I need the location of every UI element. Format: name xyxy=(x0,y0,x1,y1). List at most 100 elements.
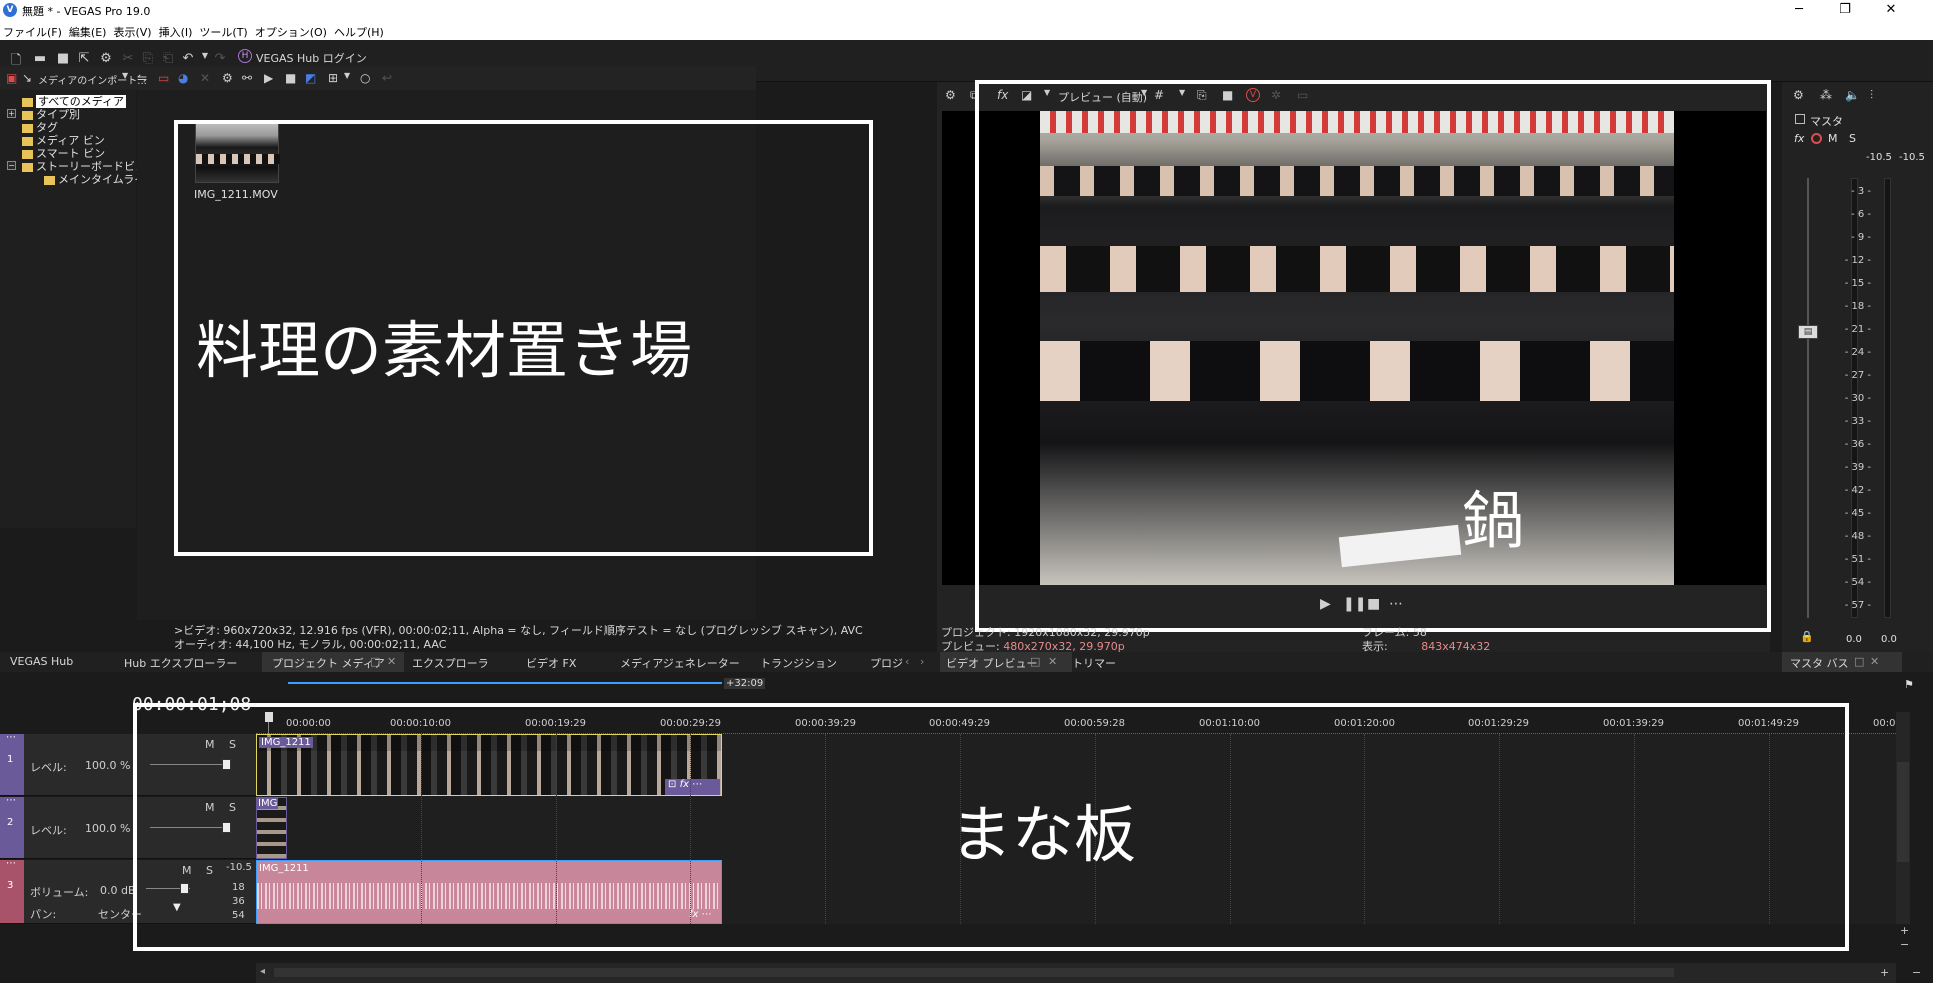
minimize-button[interactable]: ─ xyxy=(1776,0,1822,20)
tab-scroll-right-icon[interactable]: › xyxy=(920,655,924,668)
master-checkbox[interactable] xyxy=(1795,114,1805,124)
tab-hub-explorer[interactable]: Hub エクスプローラー xyxy=(124,655,237,671)
meter-scale-label: - 3 - xyxy=(1851,186,1871,197)
get-media-icon[interactable]: ▭ xyxy=(158,71,169,85)
scroll-left-icon[interactable]: ◂ xyxy=(260,966,265,977)
scroll-thumb[interactable] xyxy=(1897,762,1909,862)
undo-dropdown-icon[interactable]: ▼ xyxy=(197,51,213,60)
preview-more-icon[interactable]: ⋯ xyxy=(1389,596,1403,612)
media-toolbar: ▣ ↘ メディアのインポート... ▼ ⇋ ▭ ◕ ✕ ⚙ ⚯ ▶ ■ ◩ ⊞ … xyxy=(0,66,756,90)
track-number-bar[interactable]: ⋯ 2 xyxy=(0,795,24,858)
vegas-app-icon: V xyxy=(3,3,17,17)
menu-tools[interactable]: ツール(T) xyxy=(199,20,254,40)
preview-pause-icon[interactable]: ❚❚ xyxy=(1343,596,1366,612)
tab-vegas-hub[interactable]: VEGAS Hub xyxy=(10,655,73,668)
auto-preview-icon[interactable]: ◩ xyxy=(305,71,316,85)
zoom-out-icon[interactable]: − xyxy=(1900,938,1909,951)
master-fx-icon[interactable]: fx xyxy=(1794,132,1804,145)
folder-icon xyxy=(44,175,55,185)
menu-file[interactable]: ファイル(F) xyxy=(3,20,69,40)
media-properties-icon[interactable]: ⚯ xyxy=(242,71,252,85)
master-mute-button[interactable]: M xyxy=(1828,132,1838,145)
menu-insert[interactable]: 挿入(I) xyxy=(159,20,200,40)
tab-project-media[interactable]: プロジェクト メディア xyxy=(272,655,385,671)
play-preview-icon[interactable]: ▶ xyxy=(264,71,273,85)
tab-transitions[interactable]: トランジション xyxy=(760,655,837,671)
open-folder-icon[interactable]: ▬ xyxy=(32,51,48,66)
preview-play-icon[interactable]: ▶ xyxy=(1320,596,1331,612)
hub-login-link[interactable]: VEGAS Hub ログイン xyxy=(256,50,367,66)
tab-close-icon[interactable]: ✕ xyxy=(1870,655,1879,668)
master-record-icon[interactable] xyxy=(1811,133,1822,144)
horizontal-scrollbar[interactable]: ◂ xyxy=(256,963,1896,983)
track-menu-icon[interactable]: ⋯ xyxy=(6,732,16,743)
maximize-button[interactable]: ❐ xyxy=(1822,0,1868,20)
properties-gear-icon[interactable]: ⚙ xyxy=(222,71,233,85)
expand-icon[interactable]: + xyxy=(7,109,16,118)
tab-master-bus[interactable]: マスタ バス xyxy=(1790,655,1849,671)
scroll-thumb[interactable] xyxy=(274,968,1674,977)
delete-media-icon[interactable]: ▣ xyxy=(6,71,17,85)
master-lock-icon[interactable]: 🔒 xyxy=(1800,630,1814,643)
undo-icon[interactable]: ↶ xyxy=(180,51,196,66)
media-fx-icon[interactable]: ◕ xyxy=(178,71,188,85)
import-media-dropdown[interactable]: メディアのインポート... xyxy=(38,72,147,87)
master-mute-icon[interactable]: 🔈 xyxy=(1845,88,1860,102)
menu-edit[interactable]: 編集(E) xyxy=(69,20,114,40)
master-meter-icon[interactable]: ⫶ xyxy=(1870,88,1873,103)
save-icon[interactable]: ■ xyxy=(55,51,71,66)
h-zoom-in-icon[interactable]: + xyxy=(1880,966,1889,979)
views-dropdown-icon[interactable]: ▼ xyxy=(344,71,350,80)
zoom-in-icon[interactable]: + xyxy=(1900,924,1909,937)
track-menu-icon[interactable]: ⋯ xyxy=(6,858,16,869)
close-button[interactable]: ✕ xyxy=(1868,0,1914,20)
tab-video-preview[interactable]: ビデオ プレビュー xyxy=(946,655,1038,671)
menu-options[interactable]: オプション(O) xyxy=(255,20,334,40)
sync-icon[interactable]: ↩ xyxy=(382,71,392,85)
settings-gear-icon[interactable]: ⚙ xyxy=(98,51,114,66)
menu-view[interactable]: 表示(V) xyxy=(113,20,158,40)
track-number-bar[interactable]: ⋯ 1 xyxy=(0,732,24,795)
tab-close-icon[interactable]: ✕ xyxy=(387,655,396,668)
tab-media-generators[interactable]: メディアジェネレーター xyxy=(620,655,740,671)
track-number-bar[interactable]: ⋯ 3 xyxy=(0,858,24,923)
collapse-icon[interactable]: − xyxy=(7,161,16,170)
redo-icon[interactable]: ↷ xyxy=(212,51,228,66)
vertical-scrollbar[interactable] xyxy=(1896,712,1910,924)
loop-region-bar[interactable] xyxy=(288,682,722,684)
vegas-hub-icon[interactable]: H xyxy=(238,49,252,63)
copy-icon[interactable]: ⎘ xyxy=(140,51,156,66)
meter-scale-label: - 51 - xyxy=(1844,554,1871,565)
tab-undock-icon[interactable]: □ xyxy=(370,655,380,668)
import-media-icon[interactable]: ↘ xyxy=(22,71,32,85)
preview-settings-gear-icon[interactable]: ⚙ xyxy=(945,88,956,102)
h-zoom-out-icon[interactable]: − xyxy=(1912,966,1921,979)
timeline-marker-icon[interactable]: ⚑ xyxy=(1904,678,1914,691)
tab-explorer[interactable]: エクスプローラ xyxy=(412,655,489,671)
tab-close-icon[interactable]: ✕ xyxy=(1048,655,1057,668)
capture-icon[interactable]: ⇋ xyxy=(137,71,147,85)
menu-help[interactable]: ヘルプ(H) xyxy=(334,20,391,40)
cut-icon[interactable]: ✂ xyxy=(120,51,136,66)
preview-stop-icon[interactable]: ■ xyxy=(1367,596,1380,612)
render-icon[interactable]: ⇱ xyxy=(76,51,92,66)
stop-preview-icon[interactable]: ■ xyxy=(285,71,296,85)
tab-undock-icon[interactable]: □ xyxy=(1854,655,1864,668)
master-fx-chain-icon[interactable]: ⁂ xyxy=(1820,88,1832,102)
master-solo-button[interactable]: S xyxy=(1849,132,1856,145)
preview-annotation-frame xyxy=(975,80,1771,632)
views-icon[interactable]: ⊞ xyxy=(328,71,338,85)
tab-trimmer[interactable]: トリマー xyxy=(1072,655,1116,671)
search-icon[interactable]: ○ xyxy=(360,71,370,85)
tab-video-fx[interactable]: ビデオ FX xyxy=(526,655,576,671)
master-fader-handle[interactable]: ▤ xyxy=(1798,325,1818,339)
track-menu-icon[interactable]: ⋯ xyxy=(6,795,16,806)
tab-undock-icon[interactable]: □ xyxy=(1030,655,1040,668)
tab-scroll-left-icon[interactable]: ‹ xyxy=(905,655,909,668)
tab-project-notes[interactable]: プロジ xyxy=(870,655,903,671)
track-level-value: 100.0 % xyxy=(85,822,131,835)
import-dropdown-arrow-icon[interactable]: ▼ xyxy=(122,71,128,80)
paste-icon[interactable]: ⎗ xyxy=(160,51,176,66)
remove-icon[interactable]: ✕ xyxy=(200,71,210,85)
master-settings-gear-icon[interactable]: ⚙ xyxy=(1793,88,1804,102)
